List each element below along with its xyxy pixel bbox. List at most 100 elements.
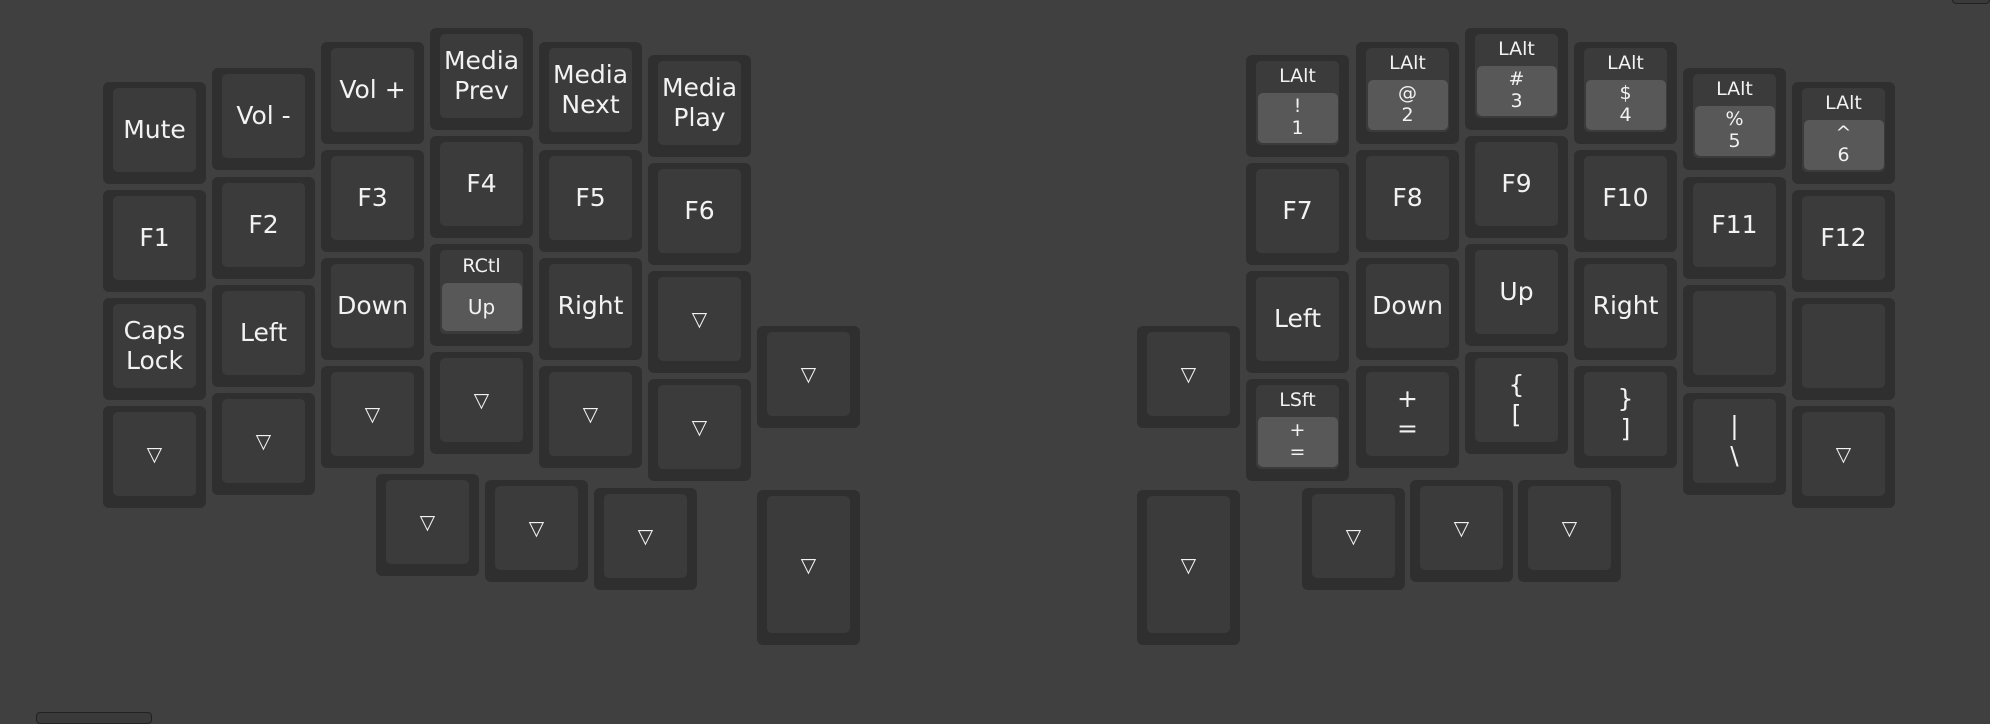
keycap: Left — [222, 291, 305, 375]
key-label: F12 — [1820, 222, 1867, 252]
key-l-f4[interactable]: F4 — [430, 136, 533, 238]
key-r-pipe[interactable]: | \ — [1683, 393, 1786, 495]
key-l-f5[interactable]: F5 — [539, 150, 642, 252]
transparent-key-icon: ▽ — [691, 307, 708, 331]
window-corner-button[interactable] — [1952, 0, 1990, 4]
key-l-trans-8[interactable]: ▽ — [757, 326, 860, 428]
key-r-lalt-3[interactable]: LAlt # 3 — [1465, 28, 1568, 130]
keycap: ▽ — [767, 496, 850, 633]
key-r-lalt-1[interactable]: LAlt ! 1 — [1246, 55, 1349, 157]
key-l-trans-11[interactable]: ▽ — [594, 488, 697, 590]
key-l-f1[interactable]: F1 — [103, 190, 206, 292]
modifier-label: LAlt — [1825, 92, 1862, 115]
keycap: | \ — [1693, 399, 1776, 483]
key-label: { [ — [1508, 369, 1525, 430]
transparent-key-icon: ▽ — [528, 516, 545, 540]
modifier-label: LAlt — [1607, 52, 1644, 75]
key-r-lsft-equal[interactable]: LSft + = — [1246, 379, 1349, 481]
keycap: LAlt @ 2 — [1366, 48, 1449, 132]
keycap: F1 — [113, 196, 196, 280]
key-l-right[interactable]: Right — [539, 258, 642, 360]
key-label: Down — [337, 290, 408, 320]
key-r-f11[interactable]: F11 — [1683, 177, 1786, 279]
key-l-trans-4[interactable]: ▽ — [321, 366, 424, 468]
key-label: Mute — [123, 114, 186, 144]
keycap: ▽ — [658, 385, 741, 469]
key-l-media-next[interactable]: Media Next — [539, 42, 642, 144]
keycap: + = — [1366, 372, 1449, 456]
key-label: } ] — [1617, 383, 1634, 444]
key-r-blank-1[interactable] — [1683, 285, 1786, 387]
key-l-trans-9[interactable]: ▽ — [376, 474, 479, 576]
key-l-down[interactable]: Down — [321, 258, 424, 360]
key-l-media-prev[interactable]: Media Prev — [430, 28, 533, 130]
key-r-lalt-6[interactable]: LAlt ^ 6 — [1792, 82, 1895, 184]
transparent-key-icon: ▽ — [419, 510, 436, 534]
key-r-right[interactable]: Right — [1574, 258, 1677, 360]
key-l-f3[interactable]: F3 — [321, 150, 424, 252]
key-r-down[interactable]: Down — [1356, 258, 1459, 360]
key-r-brace-close[interactable]: } ] — [1574, 366, 1677, 468]
tap-label: # 3 — [1476, 66, 1557, 116]
key-l-trans-2[interactable]: ▽ — [103, 406, 206, 508]
key-l-trans-3[interactable]: ▽ — [212, 393, 315, 495]
key-r-f8[interactable]: F8 — [1356, 150, 1459, 252]
key-l-f6[interactable]: F6 — [648, 163, 751, 265]
tap-label: $ 4 — [1585, 80, 1666, 130]
transparent-key-icon: ▽ — [1180, 362, 1197, 386]
key-r-f10[interactable]: F10 — [1574, 150, 1677, 252]
key-r-f7[interactable]: F7 — [1246, 163, 1349, 265]
key-label: Vol + — [339, 74, 406, 104]
key-l-trans-7[interactable]: ▽ — [648, 379, 751, 481]
key-l-rctl-up[interactable]: RCtl Up — [430, 244, 533, 346]
key-l-f2[interactable]: F2 — [212, 177, 315, 279]
key-r-trans-4[interactable]: ▽ — [1302, 488, 1405, 590]
key-r-plus-equal[interactable]: + = — [1356, 366, 1459, 468]
tap-label: + = — [1257, 417, 1338, 467]
transparent-key-icon: ▽ — [637, 524, 654, 548]
keycap: F11 — [1693, 183, 1776, 267]
key-r-f12[interactable]: F12 — [1792, 190, 1895, 292]
keycap: Media Next — [549, 48, 632, 132]
key-label: F2 — [248, 209, 279, 239]
keycap: F5 — [549, 156, 632, 240]
key-r-f9[interactable]: F9 — [1465, 136, 1568, 238]
tap-label: ^ 6 — [1803, 120, 1884, 170]
key-r-trans-1[interactable]: ▽ — [1137, 326, 1240, 428]
key-r-trans-2[interactable]: ▽ — [1792, 406, 1895, 508]
key-r-lalt-2[interactable]: LAlt @ 2 — [1356, 42, 1459, 144]
key-l-trans-10[interactable]: ▽ — [485, 480, 588, 582]
keycap: RCtl Up — [440, 250, 523, 334]
key-l-vol-up[interactable]: Vol + — [321, 42, 424, 144]
key-r-left[interactable]: Left — [1246, 271, 1349, 373]
keycap: ▽ — [222, 399, 305, 483]
key-r-trans-5[interactable]: ▽ — [1410, 480, 1513, 582]
key-l-left[interactable]: Left — [212, 285, 315, 387]
transparent-key-icon: ▽ — [800, 362, 817, 386]
key-label: F5 — [575, 182, 606, 212]
key-r-lalt-4[interactable]: LAlt $ 4 — [1574, 42, 1677, 144]
key-r-trans-6[interactable]: ▽ — [1518, 480, 1621, 582]
key-r-trans-3[interactable]: ▽ — [1137, 490, 1240, 645]
key-r-lalt-5[interactable]: LAlt % 5 — [1683, 68, 1786, 170]
keycap: ▽ — [1147, 496, 1230, 633]
key-r-up[interactable]: Up — [1465, 244, 1568, 346]
key-l-trans-5[interactable]: ▽ — [430, 352, 533, 454]
key-r-brace-open[interactable]: { [ — [1465, 352, 1568, 454]
key-l-vol-down[interactable]: Vol - — [212, 68, 315, 170]
key-l-trans-6[interactable]: ▽ — [539, 366, 642, 468]
key-label: Left — [1273, 303, 1322, 333]
transparent-key-icon: ▽ — [364, 402, 381, 426]
bottom-tab[interactable] — [36, 712, 152, 724]
key-l-trans-12[interactable]: ▽ — [757, 490, 860, 645]
transparent-key-icon: ▽ — [473, 388, 490, 412]
keycap: F4 — [440, 142, 523, 226]
keycap: F10 — [1584, 156, 1667, 240]
key-l-mute[interactable]: Mute — [103, 82, 206, 184]
keycap: Vol - — [222, 74, 305, 158]
key-r-blank-2[interactable] — [1792, 298, 1895, 400]
key-l-caps-lock[interactable]: Caps Lock — [103, 298, 206, 400]
key-l-trans-1[interactable]: ▽ — [648, 271, 751, 373]
keycap: ▽ — [767, 332, 850, 416]
key-l-media-play[interactable]: Media Play — [648, 55, 751, 157]
